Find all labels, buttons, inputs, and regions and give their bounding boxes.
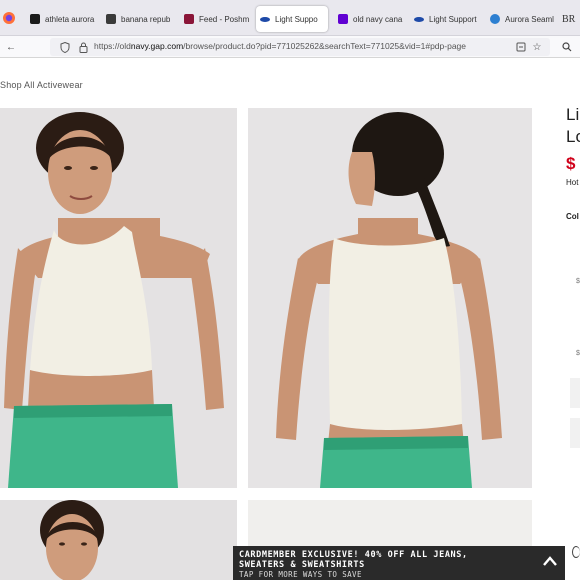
tab-poshmark[interactable]: Feed - Poshm [180,6,252,32]
product-photo-closeup[interactable] [0,500,237,580]
tab-label: Light Support [429,14,477,24]
tab-favicon-icon [414,16,424,22]
swatch-box[interactable] [570,378,580,408]
promo-line-1: CARDMEMBER EXCLUSIVE! 40% OFF ALL JEANS, [239,550,468,560]
product-photo-front[interactable] [0,108,237,488]
url-text[interactable]: https://oldnavy.gap.com/browse/product.d… [94,41,466,51]
tab-light-support-active[interactable]: Light Suppo ✕ [256,6,328,32]
tab-label: banana repub [121,14,171,24]
browser-tab-bar: athleta aurora banana repub Feed - Poshm… [0,0,580,36]
promo-line-2: SWEATERS & SWEATSHIRTS [239,560,365,570]
promo-banner[interactable]: CARDMEMBER EXCLUSIVE! 40% OFF ALL JEANS,… [233,546,565,580]
url-domain: navy.gap.com [130,41,184,51]
back-arrow-icon[interactable]: ← [4,40,18,54]
tab-favicon-icon [30,14,40,24]
tab-light-support[interactable]: Light Support [410,6,482,32]
tab-br[interactable]: BR [558,6,580,32]
product-photo-back[interactable] [248,108,532,488]
shield-icon[interactable] [58,40,72,54]
breadcrumb[interactable]: Shop All Activewear [0,80,83,90]
product-title: Li Lo [566,105,580,146]
tab-label: Feed - Poshm [199,14,250,24]
tab-favicon-icon [260,16,270,22]
tab-favicon-icon [338,14,348,24]
tab-label: Aurora Seamle [505,14,554,24]
close-tab-icon[interactable]: ✕ [327,14,328,25]
firefox-icon[interactable] [2,11,16,25]
promo-line-3: TAP FOR MORE WAYS TO SAVE [239,570,362,579]
lock-icon[interactable] [76,40,90,54]
tab-favicon-icon [106,14,116,24]
price-note: Hot [566,178,579,187]
color-label: Col [566,212,579,221]
tab-athleta[interactable]: athleta aurora [26,6,96,32]
swatch-price[interactable]: $ [576,350,580,357]
tab-label: Light Suppo [275,14,318,24]
bookmark-star-icon[interactable]: ☆ [530,40,544,54]
swatch-box[interactable] [570,418,580,448]
url-path: /browse/product.do?pid=771025262&searchT… [183,41,467,51]
tab-banana-republic[interactable]: banana repub [102,6,176,32]
tab-aurora-seamless[interactable]: Aurora Seamle [486,6,554,32]
permissions-icon[interactable] [514,40,528,54]
tab-label: old navy cana [353,14,403,24]
tab-label: BR [562,13,576,25]
tab-favicon-icon [490,14,500,24]
product-price: $ [566,154,576,173]
url-prefix: https://old [94,41,131,51]
chat-bubble-icon[interactable] [572,546,580,558]
browser-address-bar: ← https://oldnavy.gap.com/browse/product… [0,36,580,58]
tab-old-navy-canada[interactable]: old navy cana [334,6,406,32]
tab-label: athleta aurora [45,14,95,24]
chevron-up-icon[interactable] [543,554,557,570]
swatch-price[interactable]: $ [576,278,580,285]
tab-favicon-icon [184,14,194,24]
search-icon[interactable] [560,40,574,54]
